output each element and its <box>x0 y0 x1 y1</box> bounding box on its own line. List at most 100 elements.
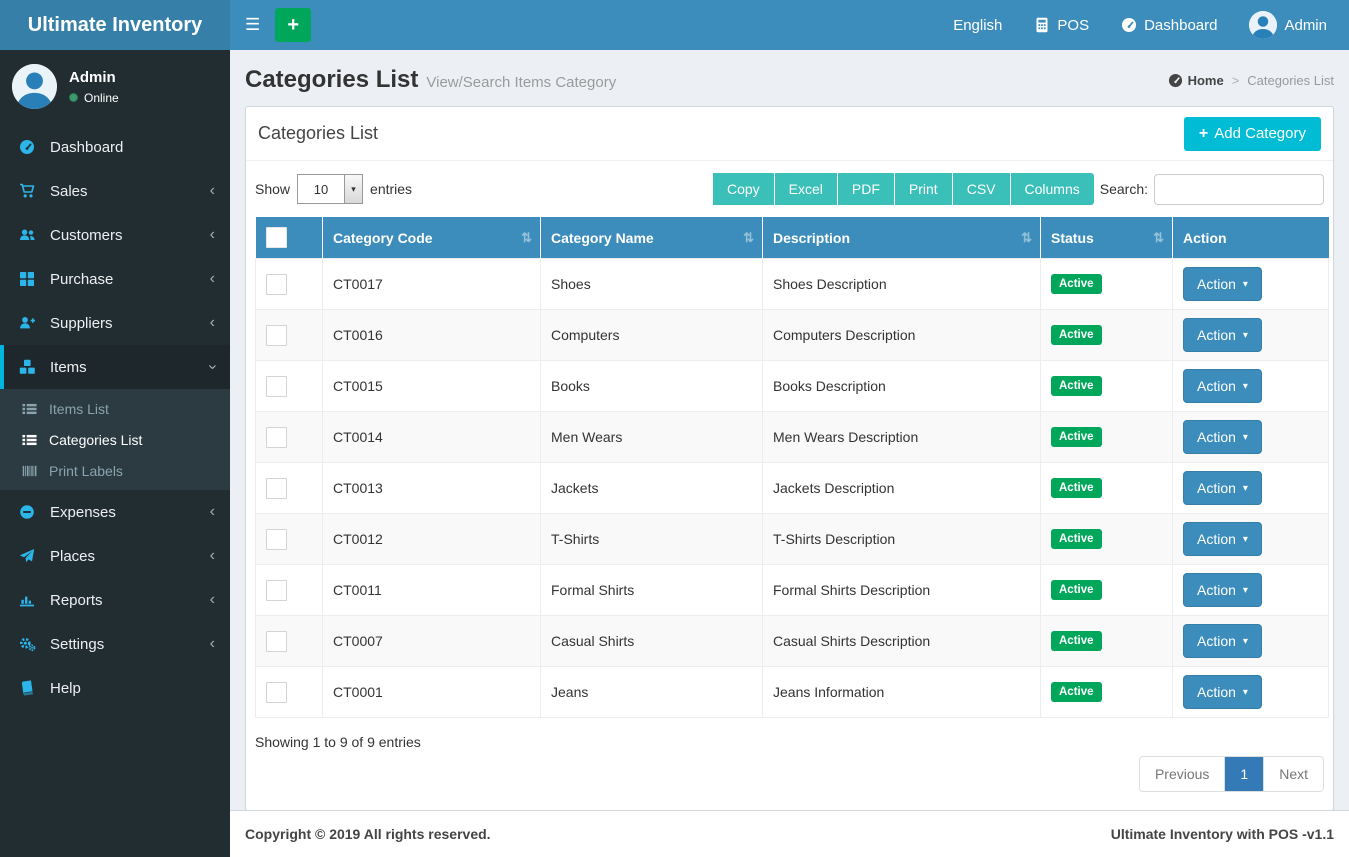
gears-icon <box>19 636 37 652</box>
sidebar-item-items[interactable]: Items ‹ <box>0 345 230 389</box>
row-checkbox[interactable] <box>266 324 287 346</box>
row-action-button[interactable]: Action ▾ <box>1183 675 1262 709</box>
add-category-label: Add Category <box>1214 125 1306 142</box>
sidebar-subitem-print-labels[interactable]: Print Labels <box>0 455 230 486</box>
column-header-status[interactable]: Status ⇅ <box>1040 217 1173 259</box>
export-button[interactable]: Copy <box>712 173 775 205</box>
sidebar-item-settings[interactable]: Settings ‹ <box>0 622 230 666</box>
app-logo[interactable]: Ultimate Inventory <box>0 0 230 50</box>
table-row: CT0014 Men Wears Men Wears Description A… <box>255 411 1329 463</box>
caret-down-icon: ▾ <box>1242 635 1248 647</box>
quick-add-button[interactable]: + <box>275 8 312 42</box>
entries-select[interactable]: 10 ▾ <box>297 174 364 204</box>
sidebar-item-customers[interactable]: Customers ‹ <box>0 213 230 257</box>
row-checkbox[interactable] <box>266 579 287 601</box>
column-header-action: Action <box>1172 217 1329 259</box>
nav-pos-label: POS <box>1057 16 1090 34</box>
row-checkbox[interactable] <box>266 375 287 397</box>
export-button[interactable]: PDF <box>837 173 895 205</box>
status-badge: Active <box>1051 580 1102 600</box>
add-category-button[interactable]: + Add Category <box>1183 116 1321 151</box>
pagination-page-1[interactable]: 1 <box>1224 757 1264 791</box>
cell-category-name: Books <box>540 360 763 412</box>
online-status-label: Online <box>84 90 119 105</box>
search-label: Search: <box>1099 181 1148 197</box>
export-button[interactable]: Print <box>894 173 953 205</box>
breadcrumb-separator: > <box>1231 72 1240 88</box>
breadcrumb-home[interactable]: Home <box>1168 73 1224 88</box>
pagination-next[interactable]: Next <box>1263 757 1323 791</box>
cell-category-name: Shoes <box>540 258 763 310</box>
row-checkbox[interactable] <box>266 426 287 448</box>
row-action-label: Action <box>1197 531 1236 547</box>
column-header-category-code[interactable]: Category Code ⇅ <box>322 217 541 259</box>
sidebar-item-label: Customers <box>50 226 123 244</box>
sidebar-item-expenses[interactable]: Expenses ‹ <box>0 490 230 534</box>
row-action-label: Action <box>1197 633 1236 649</box>
row-action-button[interactable]: Action ▾ <box>1183 318 1262 352</box>
sidebar-item-sales[interactable]: Sales ‹ <box>0 169 230 213</box>
column-header-category-name[interactable]: Category Name ⇅ <box>540 217 763 259</box>
row-action-button[interactable]: Action ▾ <box>1183 573 1262 607</box>
select-all-checkbox[interactable] <box>265 227 287 248</box>
row-checkbox[interactable] <box>266 681 287 703</box>
nav-dashboard[interactable]: Dashboard <box>1121 17 1217 34</box>
nav-pos[interactable]: POS <box>1034 17 1089 34</box>
table-info: Showing 1 to 9 of 9 entries <box>255 734 421 750</box>
row-action-button[interactable]: Action ▾ <box>1183 624 1262 658</box>
row-checkbox[interactable] <box>266 477 287 499</box>
chevron-left-icon: ‹ <box>209 591 215 608</box>
avatar <box>1249 11 1278 39</box>
cell-category-code: CT0001 <box>322 666 541 718</box>
row-action-label: Action <box>1197 582 1236 598</box>
sidebar-subitem-items-list[interactable]: Items List <box>0 393 230 424</box>
row-action-button[interactable]: Action ▾ <box>1183 522 1262 556</box>
minus-circle-icon <box>19 504 37 520</box>
sidebar-toggle-icon[interactable]: ☰ <box>230 0 275 50</box>
row-action-button[interactable]: Action ▾ <box>1183 420 1262 454</box>
export-button[interactable]: Columns <box>1010 173 1094 205</box>
cell-description: Jackets Description <box>762 462 1041 514</box>
row-action-label: Action <box>1197 480 1236 496</box>
navbar-right-menu: English POS Dashboard Admin <box>953 11 1349 39</box>
nav-language[interactable]: English <box>953 17 1002 34</box>
cell-category-name: Formal Shirts <box>540 564 763 616</box>
cell-category-code: CT0013 <box>322 462 541 514</box>
send-icon <box>19 548 37 564</box>
cell-description: Casual Shirts Description <box>762 615 1041 667</box>
search-input[interactable] <box>1154 173 1324 205</box>
caret-down-icon: ▾ <box>1242 686 1248 698</box>
cell-category-name: Men Wears <box>540 411 763 463</box>
sidebar-subitem-categories-list[interactable]: Categories List <box>0 424 230 455</box>
sidebar-item-purchase[interactable]: Purchase ‹ <box>0 257 230 301</box>
export-button[interactable]: CSV <box>952 173 1011 205</box>
row-checkbox[interactable] <box>266 630 287 652</box>
sidebar-item-help[interactable]: Help <box>0 666 230 710</box>
row-action-label: Action <box>1197 276 1236 292</box>
sidebar-item-label: Purchase <box>50 270 114 288</box>
row-checkbox[interactable] <box>266 273 287 295</box>
sidebar-item-label: Help <box>50 679 81 697</box>
cell-description: Formal Shirts Description <box>762 564 1041 616</box>
export-button[interactable]: Excel <box>774 173 838 205</box>
sidebar-item-reports[interactable]: Reports ‹ <box>0 578 230 622</box>
chevron-left-icon: ‹ <box>209 314 215 331</box>
row-action-button[interactable]: Action ▾ <box>1183 267 1262 301</box>
sidebar-subitem-label: Items List <box>49 400 109 417</box>
select-arrow-icon: ▾ <box>344 175 363 203</box>
home-dashboard-icon <box>1168 73 1183 88</box>
sidebar-item-suppliers[interactable]: Suppliers ‹ <box>0 301 230 345</box>
row-checkbox[interactable] <box>266 528 287 550</box>
pagination-previous[interactable]: Previous <box>1139 757 1225 791</box>
footer-copyright: Copyright © 2019 All rights reserved. <box>245 826 491 842</box>
column-header-description[interactable]: Description ⇅ <box>762 217 1041 259</box>
nav-user-menu[interactable]: Admin <box>1249 11 1327 39</box>
sidebar-item-dashboard[interactable]: Dashboard <box>0 125 230 169</box>
row-action-label: Action <box>1197 327 1236 343</box>
row-action-button[interactable]: Action ▾ <box>1183 369 1262 403</box>
sidebar-item-places[interactable]: Places ‹ <box>0 534 230 578</box>
navbar-main: ☰ + English POS Dashboard Admin <box>230 0 1349 50</box>
status-badge: Active <box>1051 274 1102 294</box>
row-action-button[interactable]: Action ▾ <box>1183 471 1262 505</box>
breadcrumb-home-label: Home <box>1187 72 1224 88</box>
